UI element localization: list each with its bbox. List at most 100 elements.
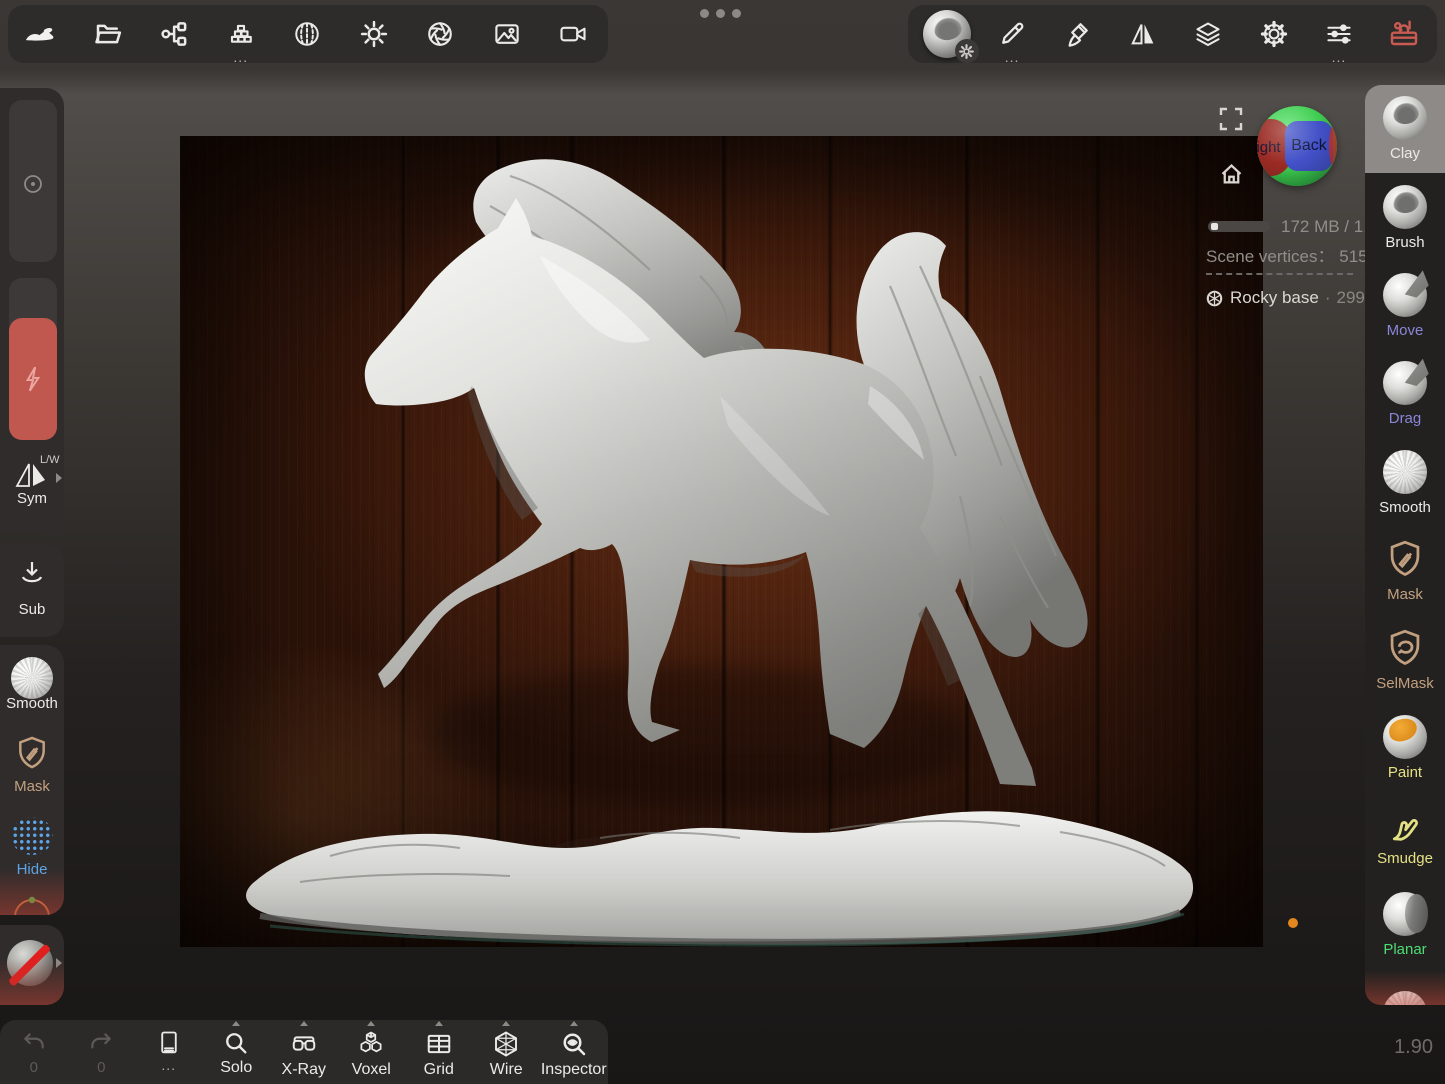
active-material-sphere-button[interactable]: [914, 5, 979, 63]
toolbar-label: Voxel: [352, 1061, 391, 1079]
selmask-shield-icon: [1385, 628, 1425, 670]
object-info-row[interactable]: Rocky base · 299k: [1205, 288, 1365, 308]
nav-sphere-shading: [1257, 106, 1337, 186]
tool-item-mask[interactable]: Mask: [1365, 527, 1445, 615]
more-options-dots: ...: [1332, 51, 1347, 63]
wire-toggle[interactable]: Wire: [473, 1020, 541, 1084]
tool-item-smooth[interactable]: Smooth: [1365, 439, 1445, 527]
sculpt-viewport[interactable]: [180, 136, 1263, 947]
toolbar-label: Solo: [220, 1059, 252, 1077]
expand-caret: [232, 1021, 240, 1026]
material-expand-arrow[interactable]: [56, 958, 62, 968]
material-hatch-sphere-icon[interactable]: [274, 5, 341, 63]
sym-label[interactable]: Sym: [0, 490, 64, 507]
background-image-icon-glyph: [492, 19, 522, 49]
sym-expand-arrow[interactable]: [56, 473, 62, 483]
adjust-sliders-icon[interactable]: ...: [1306, 5, 1371, 63]
material-gear-badge: [955, 39, 979, 63]
pen-pressure-icon[interactable]: ...: [979, 5, 1044, 63]
smooth-sphere-icon[interactable]: [11, 657, 53, 699]
topology-icon[interactable]: ...: [208, 5, 275, 63]
mirror-symmetry-icon[interactable]: [1110, 5, 1175, 63]
history-count: 0: [30, 1059, 38, 1076]
sub-panel[interactable]: Sub: [0, 545, 64, 637]
nomad-sculpt-app: { "colors": { "accent_red": "#c4564e", "…: [0, 0, 1445, 1084]
mask-shield-icon: [1385, 539, 1425, 581]
inspector-button[interactable]: Inspector: [540, 1020, 608, 1084]
expand-caret: [300, 1021, 308, 1026]
layers-icon-glyph: [1193, 19, 1223, 49]
history-button[interactable]: ...: [135, 1020, 203, 1084]
tool-item-paint[interactable]: Paint: [1365, 704, 1445, 792]
tool-item-move[interactable]: Move: [1365, 262, 1445, 350]
toolbox-icon-glyph: [1388, 18, 1420, 50]
radius-slider[interactable]: [9, 100, 57, 262]
sub-label: Sub: [0, 601, 64, 618]
grid-toggle[interactable]: Grid: [405, 1020, 473, 1084]
voxel-button[interactable]: Voxel: [338, 1020, 406, 1084]
hide-quick-label[interactable]: Hide: [0, 861, 64, 878]
home-view-icon[interactable]: [1218, 161, 1245, 188]
info-dashed-separator: [1206, 273, 1353, 275]
symmetry-icon[interactable]: [13, 458, 51, 492]
redo-button[interactable]: 0: [68, 1020, 136, 1084]
stroke-settings-panel: L/W Sym: [0, 88, 64, 532]
tool-item-planar[interactable]: Planar: [1365, 881, 1445, 969]
mesh-sphere-icon: [1205, 289, 1224, 308]
tool-label: Brush: [1385, 234, 1424, 251]
xray-toggle[interactable]: X-Ray: [270, 1020, 338, 1084]
toolbox-icon[interactable]: [1372, 5, 1437, 63]
bottom-toolbar: 0 0... Solo X-Ray Voxel GridWireInspector: [0, 1020, 608, 1084]
files-folder-icon[interactable]: [75, 5, 142, 63]
quick-tools-panel: Smooth Mask Hide: [0, 645, 64, 915]
orientation-nav-sphere[interactable]: ight Back: [1257, 106, 1337, 186]
undo-button[interactable]: 0: [0, 1020, 68, 1084]
tool-item-selmask[interactable]: SelMask: [1365, 615, 1445, 703]
material-hatch-sphere-icon-glyph: [292, 19, 322, 49]
notification-dot: [1288, 918, 1298, 928]
camera-icon[interactable]: [540, 5, 607, 63]
tool-item-brush[interactable]: Brush: [1365, 173, 1445, 261]
expand-caret: [367, 1021, 375, 1026]
mirror-symmetry-icon-glyph: [1128, 19, 1158, 49]
pen-pressure-icon-glyph: [997, 19, 1027, 49]
layers-icon[interactable]: [1176, 5, 1241, 63]
fullscreen-icon[interactable]: [1218, 106, 1244, 132]
memory-usage-text: 172 MB / 1.5: [1281, 217, 1365, 237]
more-options-dots: ...: [161, 1060, 176, 1070]
intensity-slider[interactable]: [9, 278, 57, 440]
tool-item-smudge[interactable]: Smudge: [1365, 792, 1445, 880]
crumpled-sphere-icon: [1383, 991, 1427, 1005]
settings-gear-icon-glyph: [1259, 19, 1289, 49]
postprocess-aperture-icon[interactable]: [407, 5, 474, 63]
tool-label: Smooth: [1379, 499, 1431, 516]
voxel-icon: [356, 1029, 386, 1059]
expand-caret: [502, 1021, 510, 1026]
mask-shield-icon[interactable]: [14, 735, 50, 773]
lighting-sun-icon-glyph: [359, 19, 389, 49]
tool-label: Planar: [1383, 941, 1426, 958]
multitasking-dots[interactable]: [700, 9, 741, 18]
settings-gear-icon[interactable]: [1241, 5, 1306, 63]
paintbrush-icon[interactable]: [1045, 5, 1110, 63]
tool-item-partial[interactable]: [1365, 969, 1445, 1005]
smooth-quick-label[interactable]: Smooth: [0, 695, 64, 712]
material-off-panel[interactable]: [0, 925, 64, 1005]
scene-graph-icon[interactable]: [141, 5, 208, 63]
history-count: 0: [97, 1059, 105, 1076]
gizmo-icon[interactable]: [10, 895, 54, 915]
background-image-icon[interactable]: [474, 5, 541, 63]
app-logo-icon[interactable]: [8, 5, 75, 63]
solo-toggle[interactable]: Solo: [203, 1020, 271, 1084]
tool-item-clay[interactable]: Clay: [1365, 85, 1445, 173]
lighting-sun-icon[interactable]: [341, 5, 408, 63]
tool-label: Clay: [1390, 145, 1420, 162]
hide-dotted-sphere-icon[interactable]: [11, 817, 53, 855]
expand-caret: [570, 1021, 578, 1026]
sphere-pull-icon: [1383, 273, 1427, 317]
smudge-finger-icon: [1385, 805, 1425, 845]
grid-icon: [424, 1029, 454, 1059]
tool-item-drag[interactable]: Drag: [1365, 350, 1445, 438]
book-icon: [155, 1029, 183, 1057]
mask-quick-label[interactable]: Mask: [0, 778, 64, 795]
